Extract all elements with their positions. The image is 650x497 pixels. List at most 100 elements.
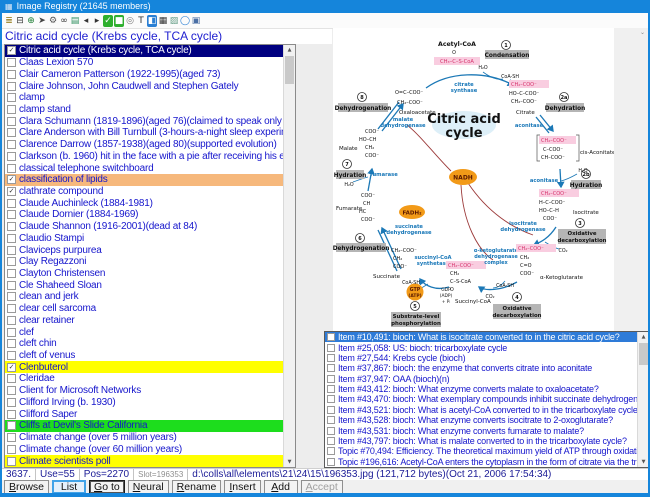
list-icon[interactable]: ≣	[4, 15, 14, 27]
scrollbar-thumb[interactable]	[639, 343, 648, 365]
monitor-icon[interactable]: ⊟	[15, 15, 25, 27]
scroll-down-icon[interactable]: ▼	[638, 457, 649, 467]
rename-button[interactable]: Rename	[172, 480, 222, 494]
split-icon[interactable]: ◧	[147, 15, 157, 27]
related-item[interactable]: Item #25,058: US: bioch: tricarboxylate …	[325, 342, 649, 352]
panel-chevron-icon[interactable]: ⌄	[640, 29, 645, 36]
item-checkbox[interactable]	[327, 458, 335, 466]
list-item[interactable]: Claire Johnson, John Caudwell and Stephe…	[5, 80, 295, 92]
list-item[interactable]: classical telephone switchboard	[5, 162, 295, 174]
related-item[interactable]: Item #43,470: bioch: What exemplary comp…	[325, 394, 649, 404]
list-item[interactable]: clear cell sarcoma	[5, 303, 295, 315]
item-checkbox[interactable]	[327, 447, 335, 455]
related-item[interactable]: Item #43,412: bioch: What enzyme convert…	[325, 384, 649, 394]
scrollbar-thumb[interactable]	[285, 56, 294, 84]
item-checkbox[interactable]	[7, 222, 16, 231]
list-item[interactable]: Clare Anderson with Bill Turnbull (3-hou…	[5, 127, 295, 139]
list-item[interactable]: clamp	[5, 92, 295, 104]
list-item[interactable]: ✓Clenbuterol	[5, 361, 295, 373]
eye-icon[interactable]: ◎	[125, 15, 135, 27]
item-checkbox[interactable]	[7, 281, 16, 290]
text-icon[interactable]: T	[136, 15, 146, 27]
item-checkbox[interactable]	[7, 316, 16, 325]
related-item[interactable]: Item #43,797: bioch: What is malate conv…	[325, 436, 649, 446]
list-item[interactable]: clamp stand	[5, 104, 295, 116]
item-checkbox[interactable]	[7, 128, 16, 137]
item-checkbox[interactable]	[7, 199, 16, 208]
list-item[interactable]: ✓classification of lipids	[5, 174, 295, 186]
item-checkbox[interactable]	[7, 105, 16, 114]
list-item[interactable]: Clara Schumann (1819-1896)(aged 76)(clai…	[5, 115, 295, 127]
item-checkbox[interactable]	[7, 339, 16, 348]
list-item[interactable]: clean and jerk	[5, 291, 295, 303]
list-item[interactable]: Clifford Saper	[5, 408, 295, 420]
list-item[interactable]: Claviceps purpurea	[5, 244, 295, 256]
list-item[interactable]: Clair Cameron Patterson (1922-1995)(aged…	[5, 68, 295, 80]
neural-button[interactable]: Neural	[128, 480, 169, 494]
list-item[interactable]: Claas Lexion 570	[5, 57, 295, 69]
item-checkbox[interactable]	[7, 386, 16, 395]
globe-icon[interactable]: ⊕	[26, 15, 36, 27]
list-item[interactable]: Clarence Darrow (1857-1938)(aged 80)(sup…	[5, 139, 295, 151]
list-item[interactable]: Cle Shaheed Sloan	[5, 279, 295, 291]
list-item[interactable]: Clayton Christensen	[5, 268, 295, 280]
item-checkbox[interactable]	[7, 70, 16, 79]
right-list-scrollbar[interactable]: ▲ ▼	[637, 332, 649, 467]
title-bar[interactable]: ▦ Image Registry (21645 members)	[2, 0, 650, 13]
item-checkbox[interactable]	[7, 246, 16, 255]
item-checkbox[interactable]	[7, 433, 16, 442]
insert-button[interactable]: Insert	[224, 480, 260, 494]
green-square-icon[interactable]: ■	[114, 15, 124, 27]
item-checkbox[interactable]	[7, 152, 16, 161]
item-checkbox[interactable]	[7, 257, 16, 266]
item-checkbox[interactable]	[7, 351, 16, 360]
new-page-icon[interactable]: ▤	[70, 15, 80, 27]
item-checkbox[interactable]	[7, 457, 16, 466]
prev-icon[interactable]: ◂	[81, 15, 91, 27]
item-checkbox[interactable]	[7, 328, 16, 337]
page-icon[interactable]: ▨	[169, 15, 179, 27]
item-checkbox[interactable]	[327, 406, 335, 414]
item-checkbox[interactable]	[7, 140, 16, 149]
related-item[interactable]: Item #37,947: OAA (bioch)(n)	[325, 374, 649, 384]
list-item[interactable]: Claudio Stampi	[5, 233, 295, 245]
item-checkbox[interactable]	[7, 269, 16, 278]
item-checkbox[interactable]	[7, 117, 16, 126]
related-item[interactable]: Item #43,528: bioch: What enzyme convert…	[325, 415, 649, 425]
browse-button[interactable]: Browse	[4, 480, 49, 494]
left-list[interactable]: ✓Citric acid cycle (Krebs cycle, TCA cyc…	[4, 44, 296, 468]
scroll-down-icon[interactable]: ▼	[284, 457, 295, 467]
add-button[interactable]: Add	[264, 480, 298, 494]
list-item[interactable]: Claude Shannon (1916-2001)(dead at 84)	[5, 221, 295, 233]
item-checkbox[interactable]	[327, 385, 335, 393]
list-item[interactable]: Cliffs at Devil's Slide California	[5, 420, 295, 432]
list-item[interactable]: ✓Citric acid cycle (Krebs cycle, TCA cyc…	[5, 45, 295, 57]
gear-icon[interactable]: ⚙	[48, 15, 58, 27]
scroll-up-icon[interactable]: ▲	[284, 45, 295, 55]
list-item[interactable]: Claude Dornier (1884-1969)	[5, 209, 295, 221]
list-item[interactable]: ✓clathrate compound	[5, 186, 295, 198]
item-checkbox[interactable]	[7, 234, 16, 243]
list-item[interactable]: Client for Microsoft Networks	[5, 385, 295, 397]
related-item[interactable]: Item #43,531: bioch: What enzyme convert…	[325, 425, 649, 435]
item-checkbox[interactable]	[327, 437, 335, 445]
item-checkbox[interactable]	[7, 304, 16, 313]
related-item[interactable]: Item #43,521: bioch: What is acetyl-CoA …	[325, 405, 649, 415]
item-checkbox[interactable]	[7, 292, 16, 301]
save-icon[interactable]: ▣	[191, 15, 201, 27]
check-icon[interactable]: ✓	[103, 15, 113, 27]
item-checkbox[interactable]: ✓	[7, 175, 16, 184]
next-icon[interactable]: ▸	[92, 15, 102, 27]
related-items-list[interactable]: Item #10,491: bioch: What is isocitrate …	[324, 331, 650, 468]
list-item[interactable]: Climate change (over 60 million years)	[5, 443, 295, 455]
item-checkbox[interactable]	[327, 416, 335, 424]
item-checkbox[interactable]	[7, 210, 16, 219]
left-list-scrollbar[interactable]: ▲ ▼	[283, 45, 295, 467]
item-checkbox[interactable]	[7, 93, 16, 102]
item-checkbox[interactable]	[7, 82, 16, 91]
binoculars-icon[interactable]: ∞	[59, 15, 69, 27]
item-checkbox[interactable]	[7, 164, 16, 173]
item-checkbox[interactable]	[7, 58, 16, 67]
item-checkbox[interactable]	[7, 410, 16, 419]
grid-icon[interactable]: ▦	[158, 15, 168, 27]
